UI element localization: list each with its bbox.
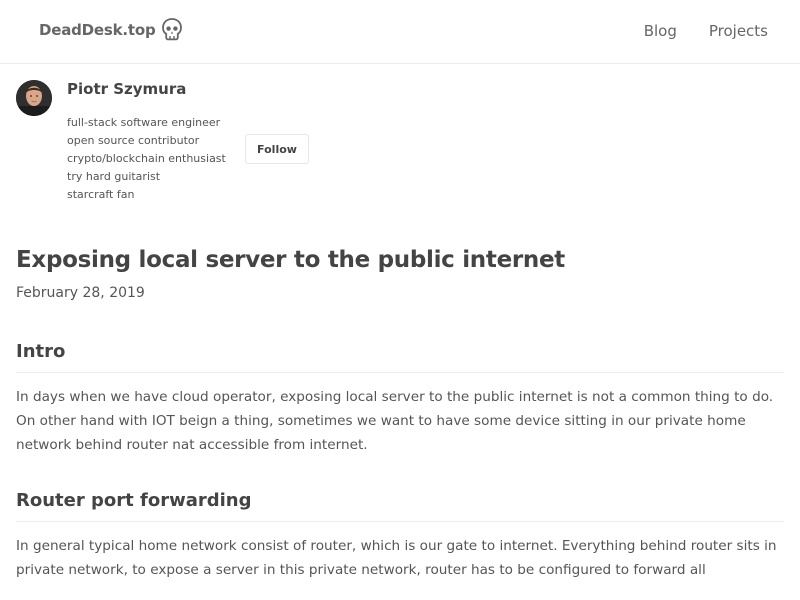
article-title: Exposing local server to the public inte… — [16, 247, 565, 273]
section-text-intro: In days when we have cloud operator, exp… — [16, 389, 774, 453]
skull-icon — [161, 18, 182, 41]
brand-name: DeadDesk.top — [39, 21, 156, 39]
bio-line: full-stack software engineer — [67, 116, 221, 129]
brand-link[interactable]: DeadDesk.top — [39, 17, 184, 43]
author-name: Piotr Szymura — [67, 80, 187, 98]
section-heading-router-port-forwarding: Router port forwarding — [16, 490, 784, 522]
bio-line: open source contributor — [67, 134, 200, 147]
section-heading-intro: Intro — [16, 341, 784, 373]
bio-line: crypto/blockchain enthusiast — [67, 152, 226, 165]
top-navigation-bar: DeadDesk.top Blog Projects — [0, 0, 800, 64]
bio-line: starcraft fan — [67, 188, 135, 201]
article: Exposing local server to the public inte… — [0, 247, 800, 582]
author-bio: full-stack software engineer open source… — [67, 114, 226, 204]
article-date: February 28, 2019 — [16, 285, 145, 301]
bio-line: try hard guitarist — [67, 170, 161, 183]
section-text-router-port-forwarding: In general typical home network consist … — [16, 538, 777, 578]
main-nav: Blog Projects — [644, 22, 768, 40]
follow-button[interactable]: Follow — [245, 134, 309, 164]
author-card: Piotr Szymura full-stack software engine… — [0, 64, 800, 214]
nav-link-blog[interactable]: Blog — [644, 22, 677, 40]
avatar — [16, 80, 52, 116]
nav-link-projects[interactable]: Projects — [709, 22, 768, 40]
